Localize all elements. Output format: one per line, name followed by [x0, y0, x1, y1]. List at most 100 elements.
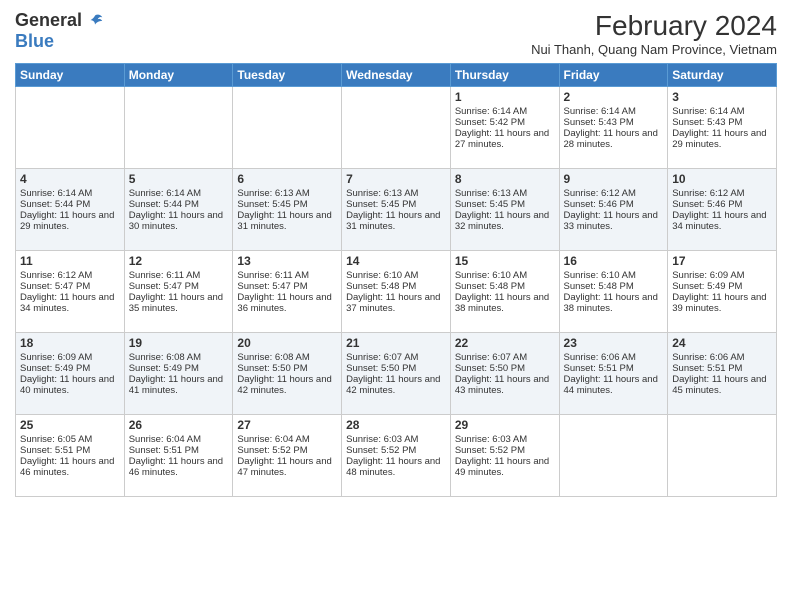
- day-info: Sunset: 5:46 PM: [564, 199, 664, 210]
- table-row: 11Sunrise: 6:12 AMSunset: 5:47 PMDayligh…: [16, 251, 125, 333]
- day-info: Sunset: 5:45 PM: [346, 199, 446, 210]
- day-number: 1: [455, 90, 555, 104]
- day-info: Sunrise: 6:05 AM: [20, 434, 120, 445]
- day-info: Daylight: 11 hours and 47 minutes.: [237, 456, 337, 478]
- day-info: Sunset: 5:51 PM: [20, 445, 120, 456]
- day-info: Daylight: 11 hours and 42 minutes.: [237, 374, 337, 396]
- day-info: Sunset: 5:43 PM: [564, 117, 664, 128]
- table-row: [233, 87, 342, 169]
- day-number: 16: [564, 254, 664, 268]
- day-number: 10: [672, 172, 772, 186]
- day-info: Sunrise: 6:06 AM: [564, 352, 664, 363]
- day-info: Daylight: 11 hours and 42 minutes.: [346, 374, 446, 396]
- day-info: Daylight: 11 hours and 34 minutes.: [20, 292, 120, 314]
- day-number: 20: [237, 336, 337, 350]
- table-row: 12Sunrise: 6:11 AMSunset: 5:47 PMDayligh…: [124, 251, 233, 333]
- day-info: Sunset: 5:52 PM: [455, 445, 555, 456]
- table-row: 9Sunrise: 6:12 AMSunset: 5:46 PMDaylight…: [559, 169, 668, 251]
- day-info: Sunset: 5:48 PM: [455, 281, 555, 292]
- day-info: Sunset: 5:50 PM: [455, 363, 555, 374]
- day-info: Sunrise: 6:10 AM: [346, 270, 446, 281]
- day-info: Daylight: 11 hours and 46 minutes.: [20, 456, 120, 478]
- page-header: General Blue February 2024 Nui Thanh, Qu…: [15, 10, 777, 57]
- day-info: Daylight: 11 hours and 29 minutes.: [20, 210, 120, 232]
- day-info: Sunset: 5:52 PM: [237, 445, 337, 456]
- day-info: Sunset: 5:47 PM: [237, 281, 337, 292]
- day-info: Sunrise: 6:09 AM: [20, 352, 120, 363]
- day-info: Sunset: 5:49 PM: [672, 281, 772, 292]
- col-tuesday: Tuesday: [233, 64, 342, 87]
- day-info: Sunrise: 6:07 AM: [455, 352, 555, 363]
- day-number: 14: [346, 254, 446, 268]
- table-row: 4Sunrise: 6:14 AMSunset: 5:44 PMDaylight…: [16, 169, 125, 251]
- table-row: 10 Sunrise: 6:12 AMSunset: 5:46 PMDayligh…: [668, 169, 777, 251]
- day-info: Daylight: 11 hours and 38 minutes.: [455, 292, 555, 314]
- day-info: Daylight: 11 hours and 28 minutes.: [564, 128, 664, 150]
- day-number: 28: [346, 418, 446, 432]
- day-info: Daylight: 11 hours and 43 minutes.: [455, 374, 555, 396]
- day-info: Sunset: 5:45 PM: [455, 199, 555, 210]
- table-row: 28Sunrise: 6:03 AMSunset: 5:52 PMDayligh…: [342, 415, 451, 497]
- table-row: 2Sunrise: 6:14 AMSunset: 5:43 PMDaylight…: [559, 87, 668, 169]
- calendar-header-row: Sunday Monday Tuesday Wednesday Thursday…: [16, 64, 777, 87]
- day-info: Daylight: 11 hours and 37 minutes.: [346, 292, 446, 314]
- calendar-week-row: 4Sunrise: 6:14 AMSunset: 5:44 PMDaylight…: [16, 169, 777, 251]
- col-wednesday: Wednesday: [342, 64, 451, 87]
- table-row: 8Sunrise: 6:13 AMSunset: 5:45 PMDaylight…: [450, 169, 559, 251]
- table-row: 16 Sunrise: 6:10 AMSunset: 5:48 PMDayligh…: [559, 251, 668, 333]
- calendar-week-row: 18Sunrise: 6:09 AMSunset: 5:49 PMDayligh…: [16, 333, 777, 415]
- day-info: Sunrise: 6:13 AM: [346, 188, 446, 199]
- day-info: Daylight: 11 hours and 29 minutes.: [672, 128, 772, 150]
- location-subtitle: Nui Thanh, Quang Nam Province, Vietnam: [531, 42, 777, 57]
- day-number: 15: [455, 254, 555, 268]
- day-number: 17: [672, 254, 772, 268]
- day-info: Daylight: 11 hours and 39 minutes.: [672, 292, 772, 314]
- day-info: Daylight: 11 hours and 38 minutes.: [564, 292, 664, 314]
- day-info: Daylight: 11 hours and 30 minutes.: [129, 210, 229, 232]
- day-info: Daylight: 11 hours and 40 minutes.: [20, 374, 120, 396]
- table-row: 24Sunrise: 6:06 AMSunset: 5:51 PMDayligh…: [668, 333, 777, 415]
- day-info: Sunset: 5:48 PM: [564, 281, 664, 292]
- day-number: 2: [564, 90, 664, 104]
- logo: General Blue: [15, 10, 104, 52]
- day-info: Sunset: 5:42 PM: [455, 117, 555, 128]
- day-info: Sunrise: 6:12 AM: [564, 188, 664, 199]
- day-number: 18: [20, 336, 120, 350]
- day-info: Sunrise: 6:10 AM: [564, 270, 664, 281]
- table-row: [16, 87, 125, 169]
- table-row: 7Sunrise: 6:13 AMSunset: 5:45 PMDaylight…: [342, 169, 451, 251]
- day-info: Daylight: 11 hours and 36 minutes.: [237, 292, 337, 314]
- logo-bird-icon: [86, 12, 104, 30]
- day-info: Sunrise: 6:06 AM: [672, 352, 772, 363]
- day-info: Sunrise: 6:09 AM: [672, 270, 772, 281]
- table-row: 17 Sunrise: 6:09 AMSunset: 5:49 PMDayligh…: [668, 251, 777, 333]
- day-info: Sunrise: 6:03 AM: [346, 434, 446, 445]
- day-info: Daylight: 11 hours and 32 minutes.: [455, 210, 555, 232]
- table-row: 5Sunrise: 6:14 AMSunset: 5:44 PMDaylight…: [124, 169, 233, 251]
- day-info: Sunset: 5:50 PM: [237, 363, 337, 374]
- day-info: Sunset: 5:46 PM: [672, 199, 772, 210]
- day-number: 19: [129, 336, 229, 350]
- day-info: Sunrise: 6:14 AM: [672, 106, 772, 117]
- day-info: Sunset: 5:50 PM: [346, 363, 446, 374]
- day-info: Sunrise: 6:04 AM: [129, 434, 229, 445]
- day-info: Sunset: 5:43 PM: [672, 117, 772, 128]
- table-row: 27Sunrise: 6:04 AMSunset: 5:52 PMDayligh…: [233, 415, 342, 497]
- table-row: [124, 87, 233, 169]
- table-row: [559, 415, 668, 497]
- day-info: Sunrise: 6:13 AM: [237, 188, 337, 199]
- day-info: Sunset: 5:44 PM: [20, 199, 120, 210]
- month-year-title: February 2024: [531, 10, 777, 42]
- table-row: [342, 87, 451, 169]
- day-info: Sunrise: 6:12 AM: [672, 188, 772, 199]
- col-thursday: Thursday: [450, 64, 559, 87]
- calendar-table: Sunday Monday Tuesday Wednesday Thursday…: [15, 63, 777, 497]
- day-info: Sunrise: 6:08 AM: [237, 352, 337, 363]
- title-block: February 2024 Nui Thanh, Quang Nam Provi…: [531, 10, 777, 57]
- day-info: Sunset: 5:48 PM: [346, 281, 446, 292]
- table-row: 15Sunrise: 6:10 AMSunset: 5:48 PMDayligh…: [450, 251, 559, 333]
- day-number: 7: [346, 172, 446, 186]
- day-number: 25: [20, 418, 120, 432]
- day-number: 23: [564, 336, 664, 350]
- day-info: Daylight: 11 hours and 34 minutes.: [672, 210, 772, 232]
